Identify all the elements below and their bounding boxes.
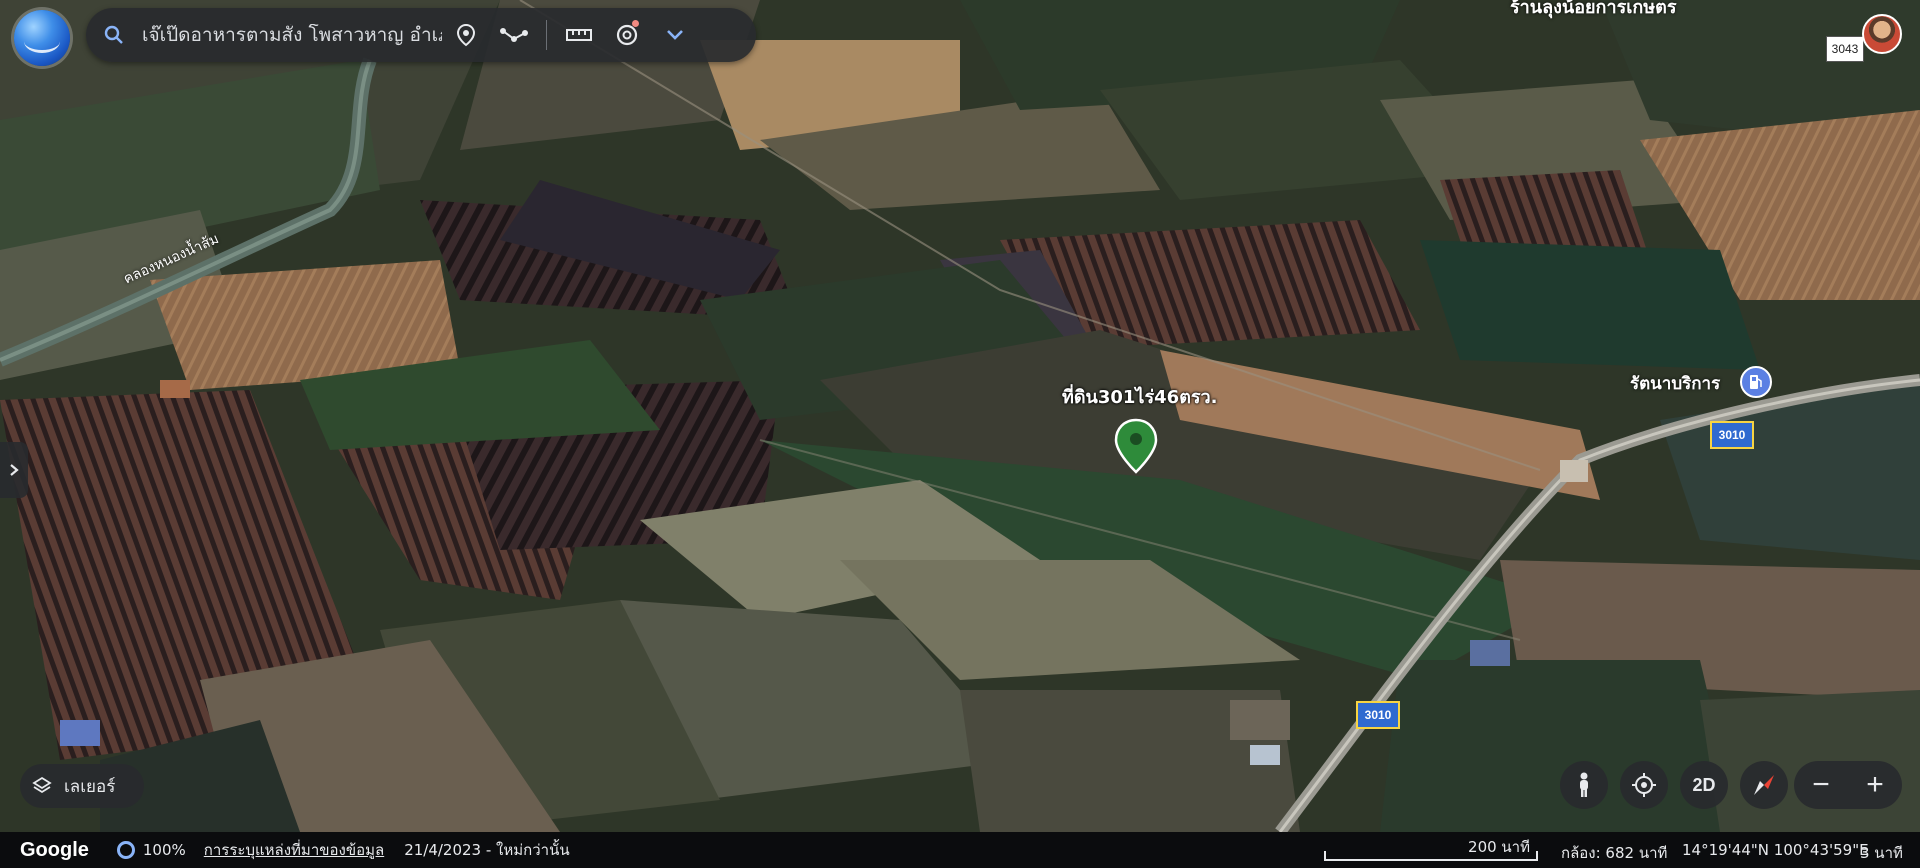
- elevation: 3 นาที: [1860, 844, 1903, 862]
- ruler-icon[interactable]: [555, 8, 603, 62]
- pegman-icon: [1580, 772, 1588, 797]
- placemark-label[interactable]: ที่ดิน301ไร่46ตรว.: [1062, 382, 1218, 411]
- zoom-ring-icon: [116, 841, 135, 859]
- imagery-date: 21/4/2023 - ใหม่กว่านั้น: [404, 841, 570, 859]
- camera-altitude: กล้อง: 682 นาที: [1561, 844, 1668, 862]
- earth-menu-button[interactable]: [14, 10, 70, 66]
- layers-icon: [20, 776, 64, 796]
- zoom-controls: − +: [1794, 761, 1902, 809]
- data-attribution-link[interactable]: การระบุแหล่งที่มาของข้อมูล: [204, 838, 384, 862]
- layers-button[interactable]: เลเยอร์: [20, 764, 144, 808]
- place-label-top[interactable]: ร้านลุงน้อยการเกษตร: [1510, 0, 1677, 21]
- zoom-percent: 100%: [142, 841, 186, 859]
- chevron-down-icon[interactable]: [651, 8, 699, 62]
- side-panel-toggle[interactable]: [0, 442, 28, 498]
- route-shield-3043: 3043: [1826, 36, 1864, 62]
- zoom-out-button[interactable]: −: [1797, 761, 1845, 809]
- satellite-map[interactable]: [0, 0, 1920, 832]
- toolbar-divider: [546, 20, 547, 50]
- crosshair-icon: [1632, 773, 1656, 797]
- compass-icon: [1754, 775, 1774, 795]
- voyager-icon[interactable]: [603, 8, 651, 62]
- chevron-right-icon: [10, 464, 19, 476]
- zoom-in-button[interactable]: +: [1851, 761, 1899, 809]
- view-mode-toggle[interactable]: 2D: [1680, 761, 1728, 809]
- pegman-button[interactable]: [1560, 761, 1608, 809]
- location-pin-icon[interactable]: [442, 8, 490, 62]
- compass-button[interactable]: [1740, 761, 1788, 809]
- gas-station-icon[interactable]: [1740, 366, 1772, 398]
- status-bar: Google 100% การระบุแหล่งที่มาของข้อมูล 2…: [0, 832, 1920, 868]
- route-shield-3010-b: 3010: [1356, 701, 1400, 729]
- gas-station-label[interactable]: รัตนาบริการ: [1630, 370, 1720, 397]
- route-icon[interactable]: [490, 8, 538, 62]
- google-logo: Google: [20, 838, 89, 861]
- search-toolbar: [86, 8, 756, 62]
- scale-line: [1324, 851, 1538, 861]
- scale-bar[interactable]: 200 นาที: [1324, 832, 1538, 868]
- map-pin-icon[interactable]: [1114, 418, 1158, 474]
- search-input[interactable]: [142, 24, 442, 46]
- route-shield-3010-a: 3010: [1710, 421, 1754, 449]
- account-avatar[interactable]: [1862, 14, 1902, 54]
- search-icon[interactable]: [86, 25, 142, 45]
- layers-label: เลเยอร์: [64, 776, 116, 797]
- my-location-button[interactable]: [1620, 761, 1668, 809]
- notification-dot: [632, 20, 639, 27]
- coordinates: 14°19'44"N 100°43'59"E: [1682, 841, 1869, 859]
